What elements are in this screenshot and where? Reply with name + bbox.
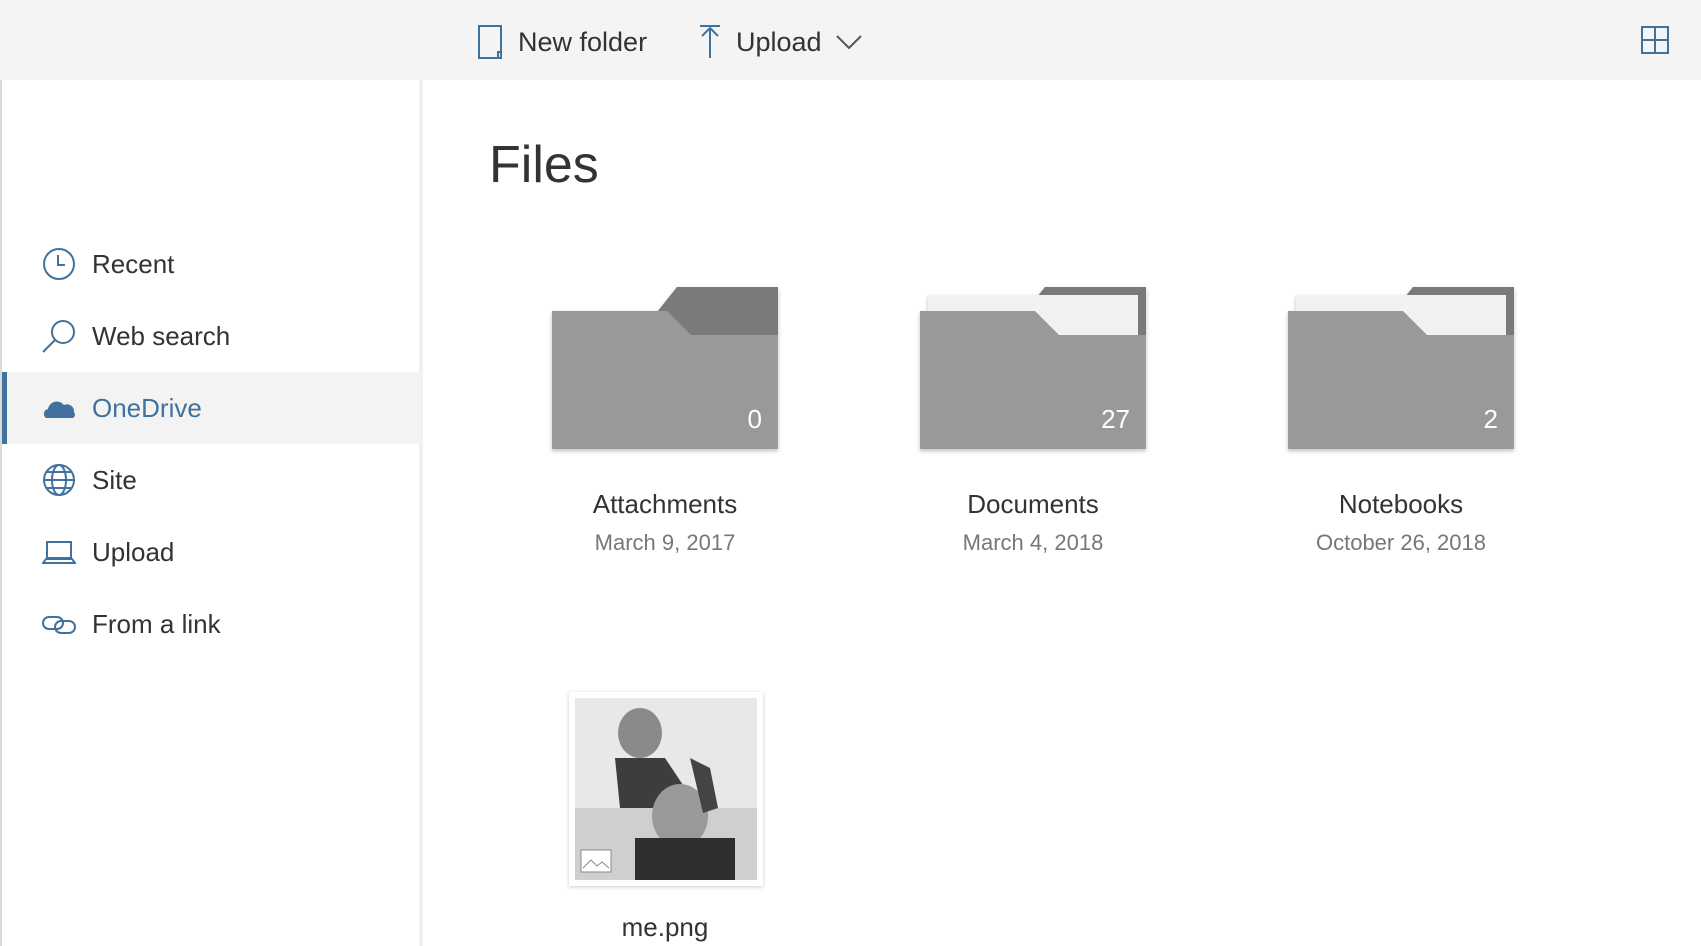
upload-label: Upload [736, 26, 822, 57]
image-file-icon [580, 849, 612, 873]
folder-documents[interactable]: 27 [920, 287, 1146, 449]
folder-icon [552, 287, 778, 449]
sidebar-item-label: Recent [92, 248, 175, 279]
search-icon [42, 320, 75, 353]
folder-name[interactable]: Attachments [515, 489, 815, 520]
sidebar-item-onedrive[interactable]: OneDrive [2, 372, 421, 444]
toolbar: New folder Upload [0, 0, 1701, 80]
folder-date: March 9, 2017 [594, 530, 736, 555]
folder-name[interactable]: Notebooks [1251, 489, 1551, 520]
grid-view-icon[interactable] [1641, 26, 1669, 54]
folder-name[interactable]: Documents [883, 489, 1183, 520]
sidebar-item-label: OneDrive [92, 392, 202, 423]
sidebar-item-recent[interactable]: Recent [2, 228, 421, 300]
upload-button[interactable]: Upload [698, 22, 862, 62]
sidebar-item-from-link[interactable]: From a link [2, 588, 421, 660]
laptop-icon [42, 541, 76, 564]
file-name[interactable]: me.png [515, 912, 815, 943]
folder-attachments[interactable]: 0 [552, 287, 778, 449]
sidebar-item-web-search[interactable]: Web search [2, 300, 421, 372]
photo-thumbnail [575, 698, 757, 880]
sidebar-item-site[interactable]: Site [2, 444, 421, 516]
folder-notebooks[interactable]: 2 [1288, 287, 1514, 449]
new-folder-button[interactable]: New folder [478, 22, 647, 62]
sidebar-item-upload[interactable]: Upload [2, 516, 421, 588]
new-folder-icon [478, 25, 502, 59]
item-count: 2 [1483, 404, 1498, 434]
item-count: 0 [747, 404, 762, 434]
new-folder-label: New folder [518, 26, 648, 57]
folder-date: October 26, 2018 [1315, 530, 1486, 555]
chevron-down-icon[interactable] [835, 34, 862, 50]
sidebar: Recent Web search OneDrive Site Upload F… [0, 80, 423, 946]
sidebar-item-label: Site [92, 464, 137, 495]
page-title: Files [489, 136, 599, 194]
cloud-icon [43, 401, 75, 418]
item-count: 27 [1101, 404, 1130, 434]
upload-arrow-icon [700, 25, 720, 58]
folder-icon [1288, 287, 1514, 449]
folder-date: March 4, 2018 [962, 530, 1104, 555]
clock-icon [43, 248, 75, 280]
link-icon [42, 616, 76, 634]
file-thumbnail-me-png[interactable] [569, 692, 763, 886]
sidebar-item-label: Upload [92, 536, 175, 567]
sidebar-item-label: Web search [92, 320, 231, 351]
globe-icon [43, 464, 75, 496]
sidebar-item-label: From a link [92, 608, 221, 639]
